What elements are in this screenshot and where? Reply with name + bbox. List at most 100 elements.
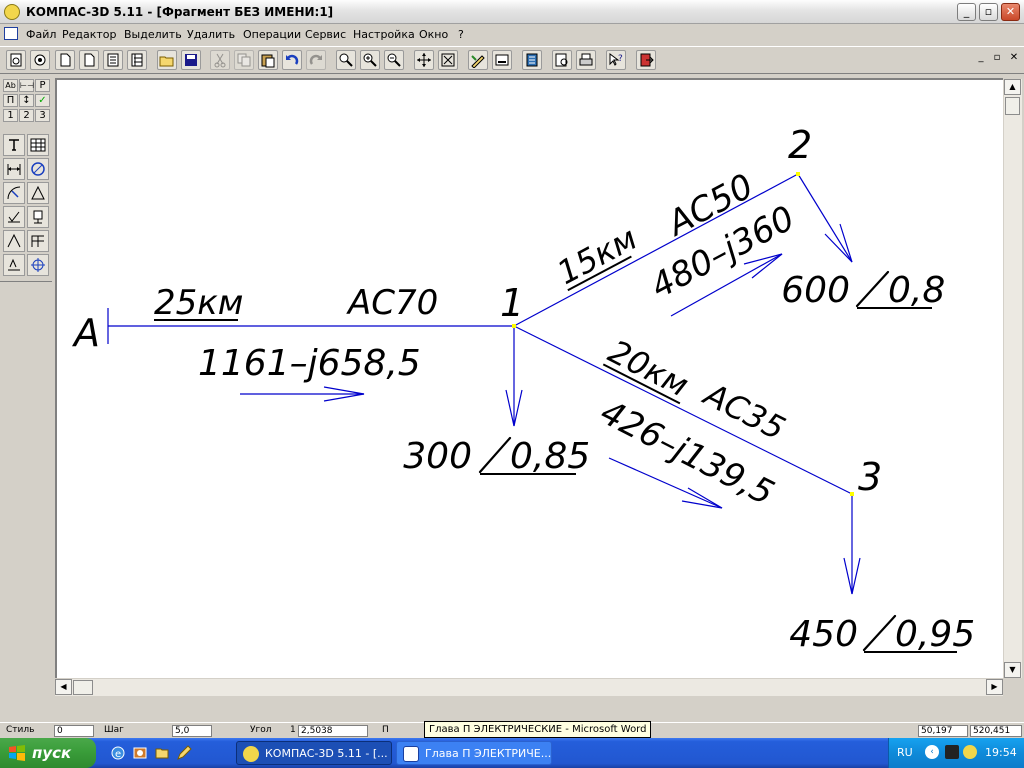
menu-file[interactable]: Файл [26,28,56,41]
menu-help[interactable]: ? [458,28,464,41]
zoom-icon[interactable] [336,50,356,70]
copy-icon[interactable] [234,50,254,70]
label-A1-length: 25км [154,283,243,323]
undo-icon[interactable] [282,50,302,70]
scroll-down-icon[interactable]: ▼ [1004,662,1021,678]
check-tool-icon[interactable] [3,206,25,228]
draw-mode-icon[interactable] [468,50,488,70]
menu-editor[interactable]: Редактор [62,28,117,41]
zoom-out-icon[interactable] [384,50,404,70]
exit-icon[interactable] [636,50,656,70]
text-tool-icon[interactable] [3,134,25,156]
new-text-icon[interactable] [103,50,123,70]
menu-settings[interactable]: Настройка [353,28,415,41]
clock[interactable]: 19:54 [985,746,1017,759]
tray-volume-icon[interactable] [945,745,959,759]
symbol-tool-icon[interactable] [27,206,49,228]
palette-page-1[interactable]: 1 [3,109,18,122]
status-step-field[interactable]: 5,0 [172,725,212,737]
start-button[interactable]: пуск [0,738,96,768]
preview-icon[interactable] [552,50,572,70]
print-icon[interactable] [576,50,596,70]
load-2-pf: 0,8 [888,270,945,311]
grid-tool-icon[interactable] [27,230,49,252]
task-kompas[interactable]: КОМПАС-3D 5.11 - [... [236,741,392,765]
menu-window[interactable]: Окно [419,28,448,41]
palette-tab-frame[interactable]: П [3,94,18,107]
drawing-canvas[interactable]: А 1 2 3 25км АС70 1161–j658,5 15км АС50 … [55,78,1003,678]
baseline-tool-icon[interactable] [3,254,25,276]
menu-bar: Файл Редактор Выделить Удалить Операции … [0,24,1024,63]
database-icon[interactable] [522,50,542,70]
zoom-in-icon[interactable] [360,50,380,70]
status-angle-marker: 1 [290,725,296,735]
pencil-icon[interactable] [176,745,192,761]
load-1-slash [478,436,512,474]
menu-select[interactable]: Выделить [124,28,182,41]
menu-operations[interactable]: Операции [243,28,301,41]
palette-tab-move[interactable]: ↕ [19,94,34,107]
redo-icon[interactable] [306,50,326,70]
label-13-wire: АС35 [697,374,792,447]
scroll-right-icon[interactable]: ▶ [986,679,1003,695]
horizontal-scrollbar[interactable]: ◀ ▶ [55,679,1003,696]
paste-icon[interactable] [258,50,278,70]
task-word[interactable]: Глава П ЭЛЕКТРИЧЕ... [396,741,552,765]
context-help-icon[interactable]: ? [606,50,626,70]
schematic-labels: А 1 2 3 25км АС70 1161–j658,5 15км АС50 … [71,123,975,655]
explorer-icon[interactable] [154,745,170,761]
save-icon[interactable] [181,50,201,70]
palette-tab-dim[interactable]: ⊢⊣ [19,79,34,92]
tray-kompas-icon[interactable] [963,745,977,759]
scroll-up-icon[interactable]: ▲ [1004,79,1021,95]
minimize-button[interactable]: _ [957,3,976,21]
vertical-scrollbar[interactable]: ▲ ▼ [1004,79,1022,678]
horizontal-scroll-thumb[interactable] [73,680,93,695]
scroll-left-icon[interactable]: ◀ [55,679,72,695]
new-sheet-icon[interactable] [79,50,99,70]
vertical-scroll-thumb[interactable] [1005,97,1020,115]
angle-tool-icon[interactable] [3,230,25,252]
tray-expand-icon[interactable]: ‹ [925,745,939,759]
arc-tool-icon[interactable] [3,182,25,204]
document-icon[interactable] [4,27,18,40]
zoom-fit-icon[interactable] [438,50,458,70]
palette-tab-check[interactable]: ✓ [35,94,50,107]
calc-panel-icon[interactable] [492,50,512,70]
svg-text:e: e [115,749,121,760]
tool-palette: Ab ⊢⊣ P П ↕ ✓ 1 2 3 [0,76,52,696]
load-3-pf: 0,95 [895,614,975,655]
menu-delete[interactable]: Удалить [187,28,235,41]
close-button[interactable]: ✕ [1001,3,1020,21]
svg-text:?: ? [618,54,623,64]
new-fragment-icon[interactable] [55,50,75,70]
circle-tool-icon[interactable] [27,158,49,180]
status-style-field[interactable]: 0 [54,725,94,737]
pan-icon[interactable] [414,50,434,70]
schematic-drawing[interactable]: А 1 2 3 25км АС70 1161–j658,5 15км АС50 … [57,80,1003,678]
status-angle-field[interactable]: 2,5038 [298,725,368,737]
dimension-tool-icon[interactable] [3,158,25,180]
palette-tab-text[interactable]: Ab [3,79,18,92]
status-angle-label: Угол [250,725,272,735]
menu-service[interactable]: Сервис [305,28,346,41]
table-tool-icon[interactable] [27,134,49,156]
palette-page-2[interactable]: 2 [19,109,34,122]
task-kompas-label: КОМПАС-3D 5.11 - [... [265,747,388,760]
maximize-button[interactable]: ▫ [979,3,998,21]
new-document-icon[interactable] [6,50,26,70]
open-model-icon[interactable] [30,50,50,70]
new-spec-icon[interactable] [127,50,147,70]
load-line-2 [797,173,853,263]
open-folder-icon[interactable] [157,50,177,70]
cut-icon[interactable] [210,50,230,70]
palette-tab-p[interactable]: P [35,79,50,92]
crosshair-tool-icon[interactable] [27,254,49,276]
triangle-tool-icon[interactable] [27,182,49,204]
ie-icon[interactable]: e [110,745,126,761]
palette-page-3[interactable]: 3 [35,109,50,122]
status-step-label: Шаг [104,725,124,735]
media-icon[interactable] [132,745,148,761]
load-1-pf: 0,85 [510,436,590,477]
language-indicator[interactable]: RU [897,746,913,759]
